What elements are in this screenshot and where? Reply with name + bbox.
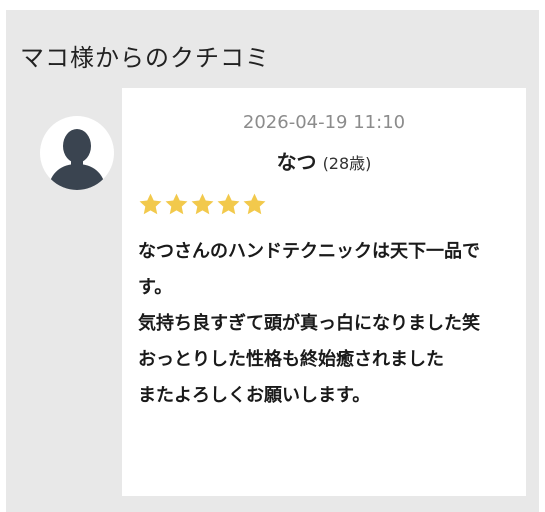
reviewer-info: なつ (28歳)	[122, 146, 526, 175]
review-text: なつさんのハンドテクニックは天下一品です。 気持ち良すぎて頭が真っ白になりました…	[138, 234, 500, 414]
reviewer-age: (28歳)	[322, 154, 372, 173]
review-date: 2026-04-19 11:10	[242, 112, 406, 133]
section-title: マコ様からのクチコミ	[20, 44, 270, 72]
star-icon	[243, 193, 266, 215]
review-panel: マコ様からのクチコミ 2026-04-19 11:10 なつ (28歳) なつさん…	[6, 10, 539, 512]
review-line: なつさんのハンドテクニックは天下一品です。	[138, 241, 480, 298]
review-line: またよろしくお願いします。	[138, 385, 371, 406]
star-icon	[217, 193, 240, 215]
star-icon	[191, 193, 214, 215]
star-icon	[165, 193, 188, 215]
review-line: 気持ち良すぎて頭が真っ白になりました笑	[138, 313, 480, 334]
user-silhouette-icon	[40, 116, 114, 190]
review-card: 2026-04-19 11:10 なつ (28歳) なつさんのハンドテクニックは天…	[122, 88, 526, 496]
review-line: おっとりした性格も終始癒されました	[138, 349, 444, 370]
reviewer-name: なつ	[276, 150, 317, 174]
star-rating	[138, 192, 267, 218]
star-icon	[139, 193, 162, 215]
